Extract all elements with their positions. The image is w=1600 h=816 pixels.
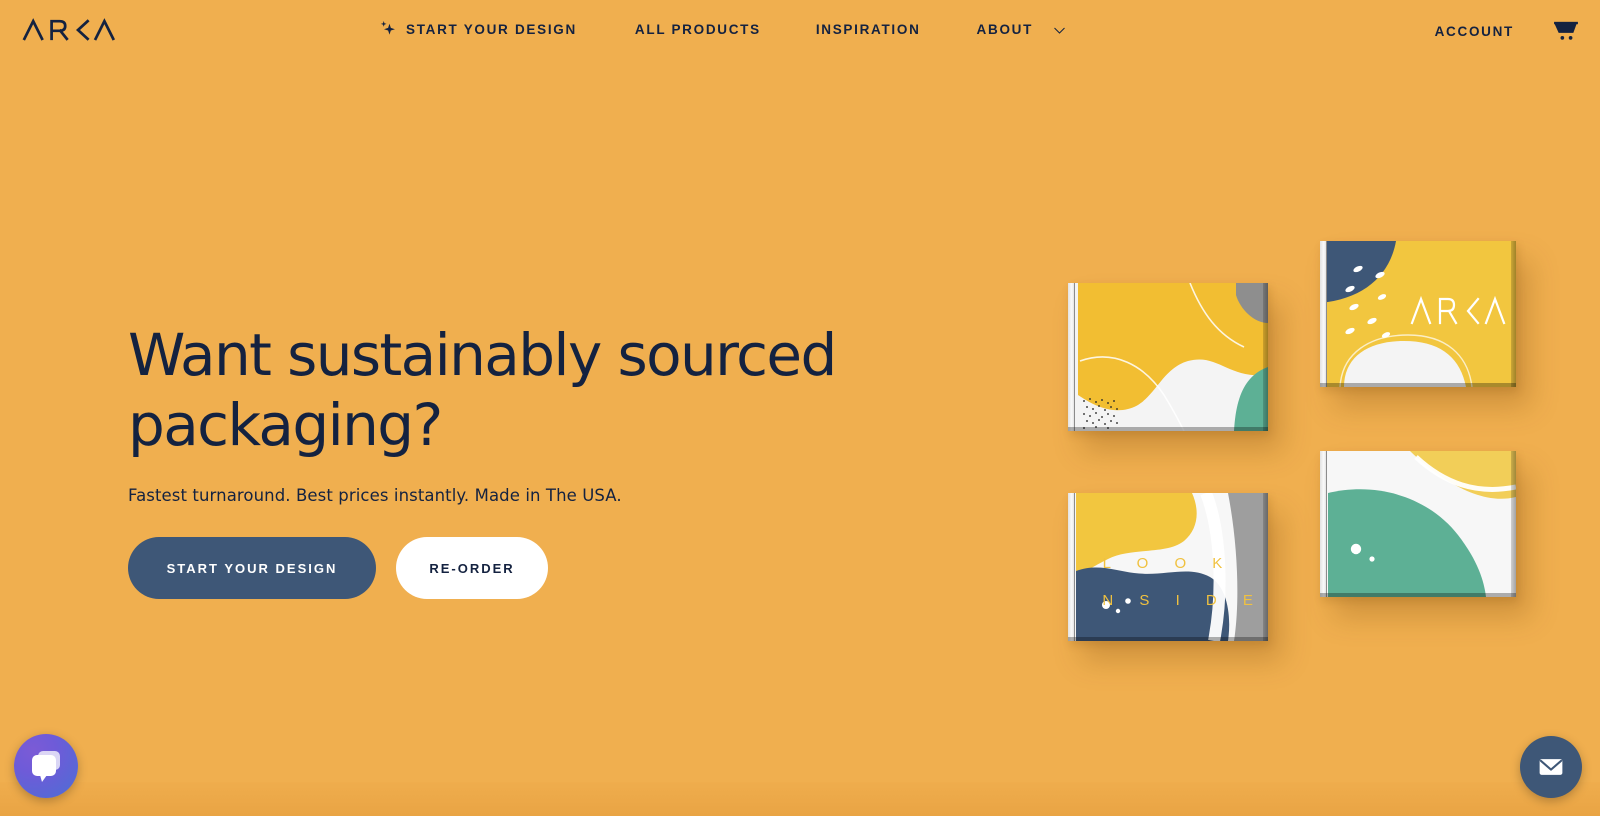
mailer-box-look-inside: L O O K I N S I D E	[1068, 493, 1268, 641]
shopping-cart-icon	[1554, 21, 1578, 40]
box-lid-crease	[1074, 283, 1075, 431]
box-caption-line-1: L O O K	[1102, 555, 1234, 572]
site-header: START YOUR DESIGN ALL PRODUCTS INSPIRATI…	[0, 0, 1600, 62]
headline-line-1: Want sustainably sourced	[128, 321, 837, 389]
box-bottom-edge	[1068, 427, 1268, 431]
hero-product-illustrations: L O O K I N S I D E	[1040, 215, 1580, 675]
nav-label: INSPIRATION	[815, 21, 921, 37]
box-right-edge	[1263, 493, 1268, 641]
re-order-button[interactable]: RE-ORDER	[396, 537, 548, 599]
header-utility-nav: ACCOUNT	[1435, 20, 1580, 42]
envelope-icon	[1539, 759, 1563, 775]
box-artwork	[1068, 283, 1268, 431]
nav-label: START YOUR DESIGN	[406, 21, 577, 37]
nav-start-your-design[interactable]: START YOUR DESIGN	[378, 20, 577, 38]
chat-widget-button[interactable]	[14, 734, 78, 798]
box-right-edge	[1511, 451, 1516, 597]
account-label: ACCOUNT	[1434, 23, 1514, 39]
hero-cta-group: START YOUR DESIGN RE-ORDER	[128, 537, 888, 599]
chat-bubble-icon	[32, 751, 60, 782]
headline-line-2: packaging?	[128, 391, 443, 459]
nav-label: ALL PRODUCTS	[634, 21, 761, 37]
mailer-box-yellow-teal	[1068, 283, 1268, 431]
mailer-box-arka-branded	[1320, 241, 1516, 387]
box-bottom-edge	[1320, 383, 1516, 387]
arka-logo-icon	[22, 18, 116, 41]
mailer-box-teal-wave	[1320, 451, 1516, 597]
nav-label: ABOUT	[976, 21, 1034, 37]
nav-inspiration[interactable]: INSPIRATION	[816, 22, 921, 37]
hero-section: Want sustainably sourced packaging? Fast…	[128, 320, 888, 599]
box-artwork	[1320, 241, 1516, 387]
box-bottom-edge	[1068, 637, 1268, 641]
box-face	[1320, 451, 1516, 597]
page-title: Want sustainably sourced packaging?	[128, 320, 888, 460]
box-lid-crease	[1326, 241, 1327, 387]
box-right-edge	[1263, 283, 1268, 431]
account-link[interactable]: ACCOUNT	[1435, 24, 1514, 39]
cart-button[interactable]	[1552, 20, 1580, 42]
box-face: L O O K I N S I D E	[1068, 493, 1268, 641]
box-lid-crease	[1326, 451, 1327, 597]
box-face	[1320, 241, 1516, 387]
box-face	[1068, 283, 1268, 431]
main-navigation: START YOUR DESIGN ALL PRODUCTS INSPIRATI…	[378, 20, 1067, 38]
box-bottom-edge	[1320, 593, 1516, 597]
box-artwork	[1320, 451, 1516, 597]
nav-all-products[interactable]: ALL PRODUCTS	[635, 22, 761, 37]
start-your-design-button[interactable]: START YOUR DESIGN	[128, 537, 376, 599]
sparkle-icon	[380, 21, 395, 35]
chevron-down-icon	[1054, 27, 1065, 34]
box-caption-line-2: I N S I D E	[1072, 592, 1264, 609]
box-right-edge	[1511, 241, 1516, 387]
box-caption: L O O K I N S I D E	[1068, 545, 1268, 619]
nav-about[interactable]: ABOUT	[977, 21, 1068, 38]
arka-wordmark-logo[interactable]	[22, 14, 118, 46]
page-bottom-band	[0, 782, 1600, 816]
email-widget-button[interactable]	[1520, 736, 1582, 798]
hero-subheading: Fastest turnaround. Best prices instantl…	[128, 486, 622, 505]
box-lid-crease	[1074, 493, 1075, 641]
